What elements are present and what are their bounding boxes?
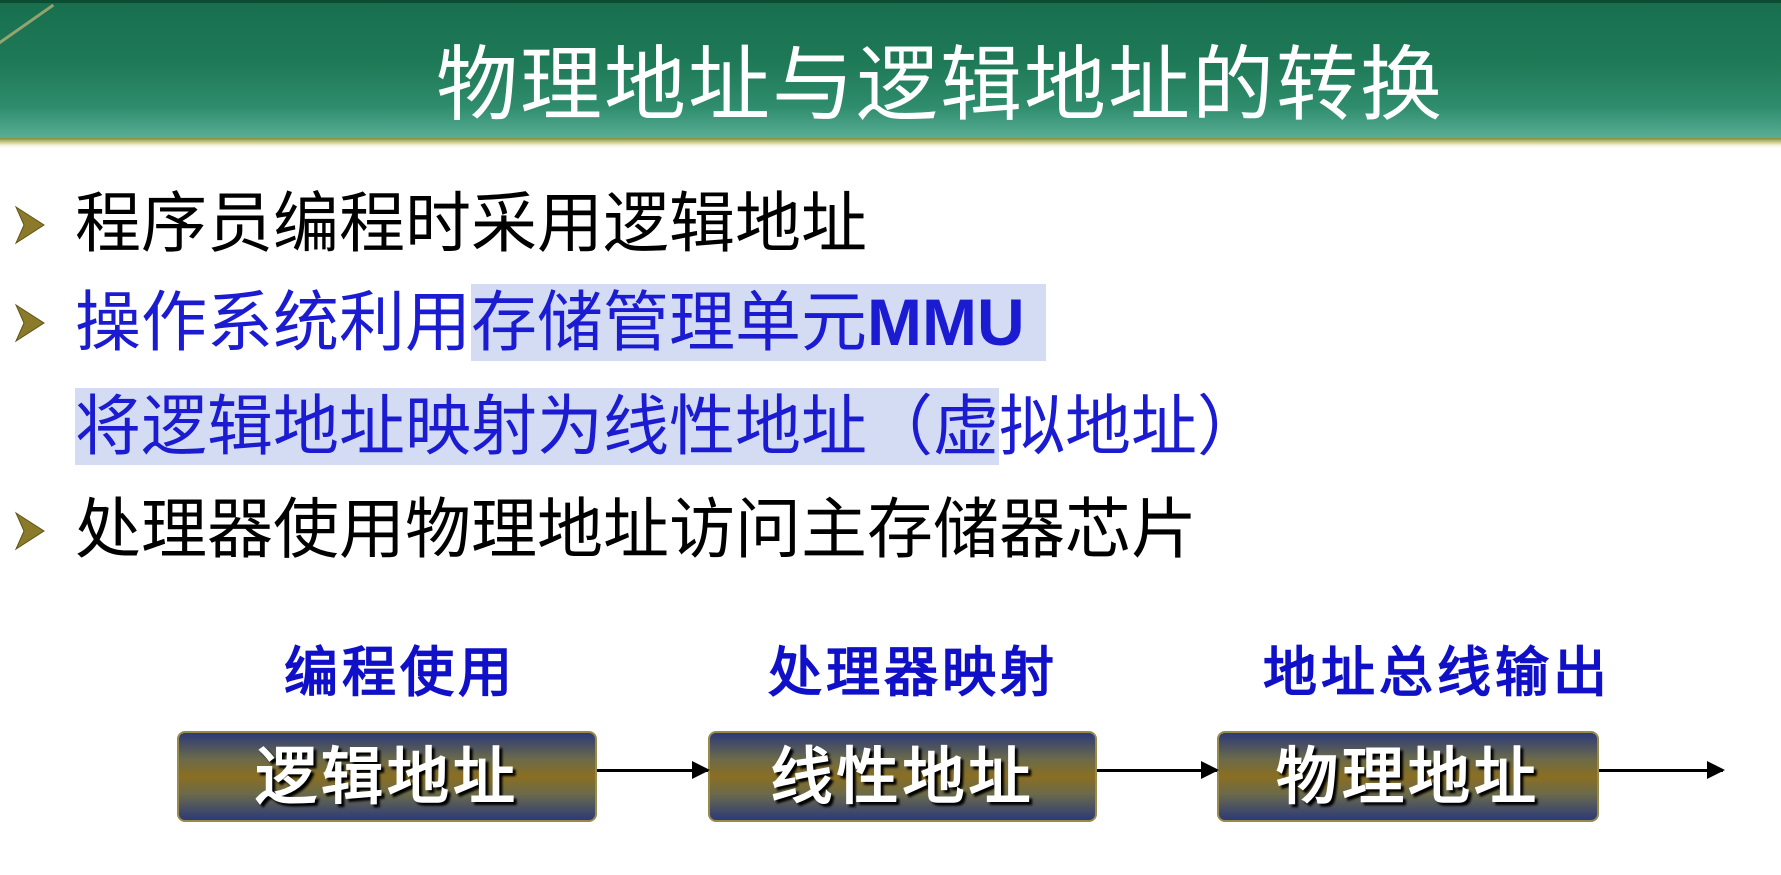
bullet-arrow-icon — [14, 511, 45, 551]
stage-label-bus-output: 地址总线输出 — [1263, 641, 1611, 704]
arrowhead-icon — [1707, 761, 1725, 779]
bullet-text-1: 程序员编程时采用逻辑地址 — [75, 185, 867, 262]
mmu-acronym: MMU — [867, 285, 1025, 359]
mmu-label: 存储管理单元 — [471, 284, 867, 361]
bullet-text-2-part1: 操作系统利用 — [75, 284, 471, 361]
arrowhead-icon — [1201, 761, 1219, 779]
stage-label-processor-map: 处理器映射 — [768, 641, 1058, 704]
stage-label-programming: 编程使用 — [284, 641, 516, 704]
title-underline — [0, 138, 1781, 148]
slide-title: 物理地址与逻辑地址的转换 — [435, 38, 1444, 133]
arrow-linear-to-physical — [1097, 761, 1219, 779]
highlighted-mapping-phrase: 将逻辑地址映射为线性地址（虚 — [75, 388, 999, 465]
bullet-text-2-line2: 将逻辑地址映射为线性地址（虚拟地址） — [75, 382, 1263, 472]
title-bar: 物理地址与逻辑地址的转换 — [0, 0, 1781, 142]
highlighted-mmu-phrase: 存储管理单元MMU — [471, 284, 1046, 361]
logical-address-box: 逻辑地址 — [177, 731, 597, 822]
title-corner-decoration — [0, 0, 55, 58]
arrow-physical-output — [1599, 761, 1725, 779]
slide: 物理地址与逻辑地址的转换 程序员编程时采用逻辑地址 操作系统利用存储管理单元MM… — [0, 0, 1781, 875]
bullet-text-3: 处理器使用物理地址访问主存储器芯片 — [75, 491, 1197, 568]
physical-address-box: 物理地址 — [1217, 731, 1599, 822]
bullet-arrow-icon — [14, 205, 45, 245]
linear-address-box: 线性地址 — [708, 731, 1097, 822]
bullet-text-2: 操作系统利用存储管理单元MMU — [75, 277, 1046, 368]
arrow-logical-to-linear — [597, 761, 710, 779]
arrowhead-icon — [692, 761, 710, 779]
bullet-text-2-line2-tail: 拟地址） — [999, 388, 1263, 465]
bullet-arrow-icon — [14, 303, 45, 343]
